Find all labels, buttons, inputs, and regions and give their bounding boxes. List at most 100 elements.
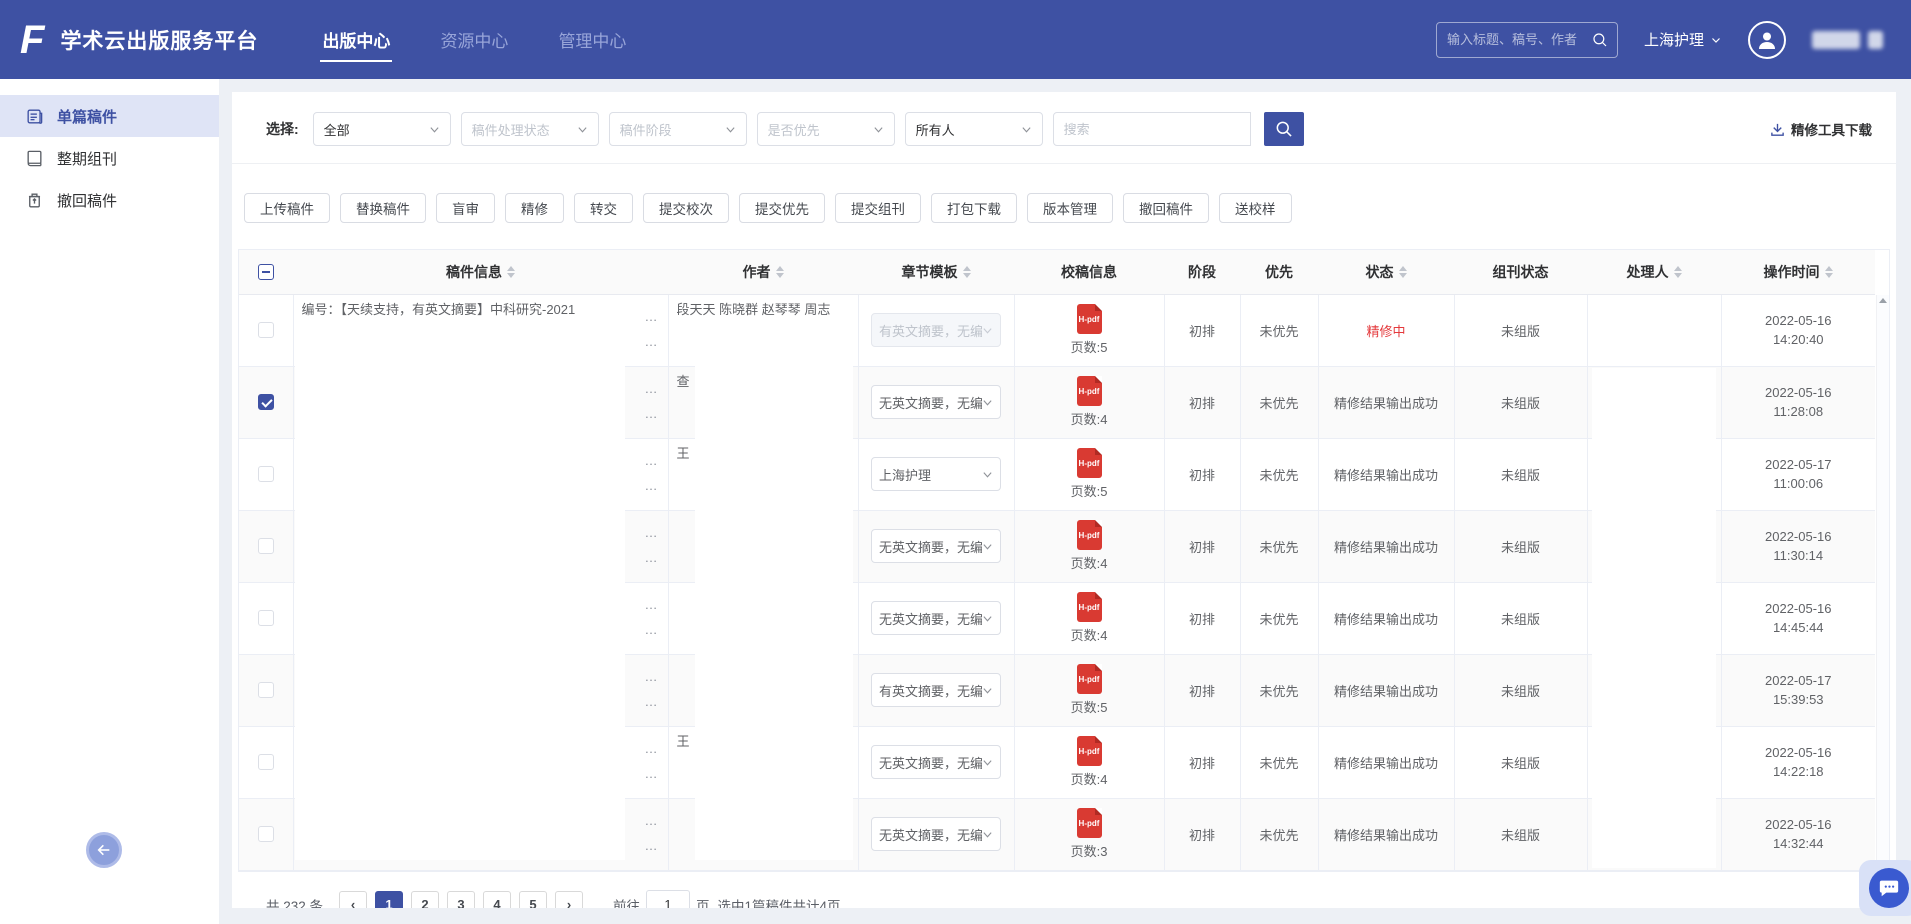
pdf-file-icon[interactable]: H-pdf [1077, 520, 1102, 550]
sort-caret-icon[interactable] [963, 266, 971, 278]
user-avatar[interactable] [1748, 21, 1786, 59]
row-checkbox[interactable] [258, 610, 274, 626]
action-button-精修[interactable]: 精修 [505, 193, 564, 223]
action-button-盲审[interactable]: 盲审 [436, 193, 495, 223]
section-template-select[interactable]: 有英文摘要，无编 [871, 313, 1001, 347]
pdf-file-icon[interactable]: H-pdf [1077, 448, 1102, 478]
priority-cell: 未优先 [1240, 294, 1318, 366]
column-header-稿件信息[interactable]: 稿件信息 [293, 250, 668, 294]
goto-page-input[interactable] [646, 890, 690, 909]
next-page-button[interactable]: › [555, 891, 583, 909]
refine-tool-download-link[interactable]: 精修工具下载 [1770, 119, 1872, 139]
nav-item-资源中心[interactable]: 资源中心 [438, 19, 510, 60]
search-button[interactable] [1264, 112, 1304, 146]
nav-item-管理中心[interactable]: 管理中心 [556, 19, 628, 60]
status-cell: 精修结果输出成功 [1318, 366, 1454, 438]
column-header-inner: 章节模板 [902, 262, 971, 282]
section-template-select[interactable]: 无英文摘要，无编 [871, 817, 1001, 851]
pdf-file-icon[interactable]: H-pdf [1077, 592, 1102, 622]
handler-cell [1587, 294, 1721, 366]
stage-cell: 初排 [1164, 726, 1240, 798]
column-header-章节模板[interactable]: 章节模板 [858, 250, 1014, 294]
global-search-input[interactable] [1447, 32, 1591, 47]
column-header-操作时间[interactable]: 操作时间 [1721, 250, 1875, 294]
column-header-优先: 优先 [1240, 250, 1318, 294]
row-checkbox[interactable] [258, 754, 274, 770]
prev-page-button[interactable]: ‹ [339, 891, 367, 909]
select-all-checkbox[interactable] [258, 264, 274, 280]
pdf-file-icon[interactable]: H-pdf [1077, 736, 1102, 766]
page-button-2[interactable]: 2 [411, 891, 439, 909]
template-cell: 有英文摘要，无编 [858, 654, 1014, 726]
column-header-组刊状态: 组刊状态 [1454, 250, 1587, 294]
operation-time-cell: 2022-05-1614:32:44 [1721, 798, 1875, 870]
sort-asc-icon [1825, 266, 1833, 271]
row-select-cell [239, 510, 293, 582]
page-button-1[interactable]: 1 [375, 891, 403, 909]
section-template-select[interactable]: 无英文摘要，无编 [871, 529, 1001, 563]
filter-select-2[interactable]: 稿件阶段 [609, 112, 747, 146]
row-checkbox[interactable] [258, 538, 274, 554]
filter-select-3[interactable]: 是否优先 [757, 112, 895, 146]
pdf-file-icon[interactable]: H-pdf [1077, 376, 1102, 406]
action-button-撤回稿件[interactable]: 撤回稿件 [1123, 193, 1209, 223]
row-select-cell [239, 726, 293, 798]
action-button-转交[interactable]: 转交 [574, 193, 633, 223]
page-button-5[interactable]: 5 [519, 891, 547, 909]
filter-select-0[interactable]: 全部 [313, 112, 451, 146]
person-icon [1755, 28, 1779, 52]
column-header-状态[interactable]: 状态 [1318, 250, 1454, 294]
section-template-value: 无英文摘要，无编 [879, 609, 982, 628]
action-button-提交优先[interactable]: 提交优先 [739, 193, 825, 223]
pdf-file-icon[interactable]: H-pdf [1077, 664, 1102, 694]
pdf-file-icon[interactable]: H-pdf [1077, 808, 1102, 838]
sort-caret-icon[interactable] [776, 266, 784, 278]
sort-caret-icon[interactable] [1674, 266, 1682, 278]
section-template-select[interactable]: 有英文摘要，无编 [871, 673, 1001, 707]
row-checkbox[interactable] [258, 466, 274, 482]
global-search[interactable] [1436, 22, 1618, 58]
row-checkbox[interactable] [258, 682, 274, 698]
page-button-3[interactable]: 3 [447, 891, 475, 909]
collapse-back-button[interactable] [86, 832, 122, 868]
table-scrollbar[interactable] [1876, 295, 1889, 870]
sidebar-item-撤回稿件[interactable]: 撤回稿件 [0, 179, 219, 221]
section-template-select[interactable]: 上海护理 [871, 457, 1001, 491]
action-button-替换稿件[interactable]: 替换稿件 [340, 193, 426, 223]
org-switcher[interactable]: 上海护理 [1644, 29, 1722, 50]
customer-service-button[interactable] [1859, 860, 1911, 916]
page-button-4[interactable]: 4 [483, 891, 511, 909]
sort-caret-icon[interactable] [507, 266, 515, 278]
row-checkbox[interactable] [258, 322, 274, 338]
chevron-down-icon [982, 757, 993, 768]
status-badge: 精修结果输出成功 [1334, 684, 1438, 699]
row-checkbox[interactable] [258, 826, 274, 842]
column-header-作者[interactable]: 作者 [668, 250, 858, 294]
section-template-select[interactable]: 无英文摘要，无编 [871, 385, 1001, 419]
row-checkbox[interactable] [258, 394, 274, 410]
nav-item-出版中心[interactable]: 出版中心 [320, 19, 392, 60]
filter-select-4[interactable]: 所有人 [905, 112, 1043, 146]
pdf-label: H-pdf [1079, 747, 1100, 756]
sidebar-item-单篇稿件[interactable]: 单篇稿件 [0, 95, 219, 137]
action-button-版本管理[interactable]: 版本管理 [1027, 193, 1113, 223]
sort-caret-icon[interactable] [1399, 266, 1407, 278]
pdf-label: H-pdf [1079, 387, 1100, 396]
operation-time-cell: 2022-05-1614:20:40 [1721, 294, 1875, 366]
keyword-search-input[interactable] [1053, 112, 1251, 146]
sidebar-item-整期组刊[interactable]: 整期组刊 [0, 137, 219, 179]
template-cell: 无英文摘要，无编 [858, 582, 1014, 654]
action-button-送校样[interactable]: 送校样 [1219, 193, 1292, 223]
action-button-提交校次[interactable]: 提交校次 [643, 193, 729, 223]
action-button-上传稿件[interactable]: 上传稿件 [244, 193, 330, 223]
status-badge: 精修结果输出成功 [1334, 540, 1438, 555]
pdf-file-icon[interactable]: H-pdf [1077, 304, 1102, 334]
action-button-提交组刊[interactable]: 提交组刊 [835, 193, 921, 223]
section-template-select[interactable]: 无英文摘要，无编 [871, 745, 1001, 779]
scroll-up-icon[interactable] [1879, 298, 1887, 303]
section-template-select[interactable]: 无英文摘要，无编 [871, 601, 1001, 635]
action-button-打包下载[interactable]: 打包下载 [931, 193, 1017, 223]
column-header-处理人[interactable]: 处理人 [1587, 250, 1721, 294]
filter-select-1[interactable]: 稿件处理状态 [461, 112, 599, 146]
sort-caret-icon[interactable] [1825, 266, 1833, 278]
